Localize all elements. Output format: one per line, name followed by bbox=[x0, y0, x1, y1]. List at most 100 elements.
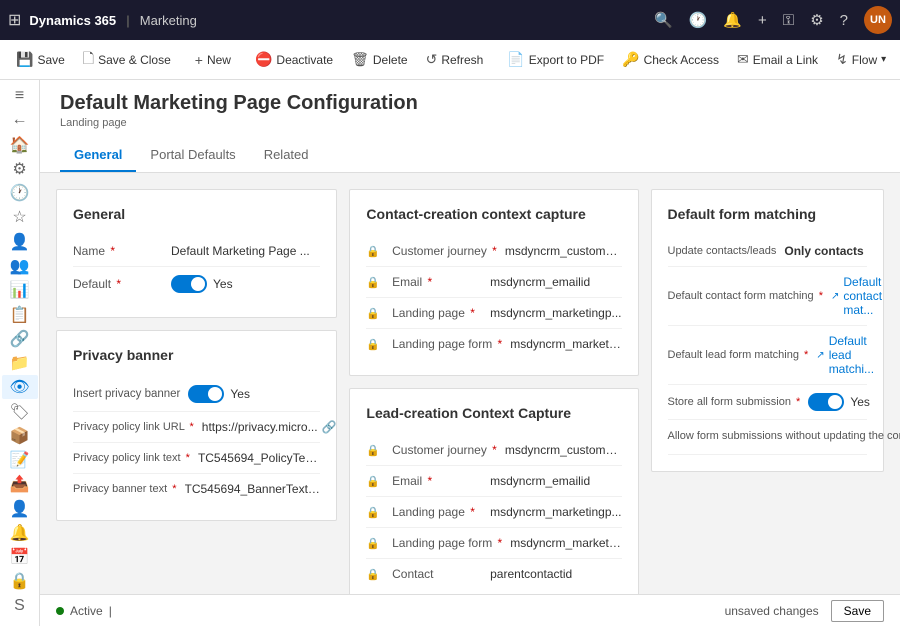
refresh-button[interactable]: ↺ Refresh bbox=[418, 47, 492, 72]
default-toggle-track[interactable] bbox=[171, 275, 207, 293]
insert-privacy-toggle[interactable]: Yes bbox=[188, 385, 250, 403]
bottom-save-button[interactable]: Save bbox=[831, 600, 884, 622]
lead-contact-row: 🔒 Contact parentcontactid bbox=[366, 559, 621, 589]
default-contact-form-value[interactable]: ↗ Default contact mat... bbox=[831, 275, 882, 317]
sidebar-accounts-icon[interactable]: 👥 bbox=[2, 254, 38, 278]
lead-contact-value[interactable]: parentcontactid bbox=[490, 567, 621, 581]
contact-lpform-row: 🔒 Landing page form * msdyncrm_marketing… bbox=[366, 329, 621, 359]
default-contact-form-label: Default contact form matching * bbox=[668, 290, 823, 302]
deactivate-button[interactable]: ⛔ Deactivate bbox=[247, 47, 341, 72]
save-close-button[interactable]: 🗋 Save & Close bbox=[75, 44, 179, 76]
sidebar-export-icon[interactable]: 📤 bbox=[2, 472, 38, 496]
help-icon[interactable]: ? bbox=[840, 12, 848, 29]
more-button[interactable]: ••• bbox=[896, 49, 900, 71]
lock-icon-5: 🔒 bbox=[366, 444, 380, 457]
sidebar-favorites-icon[interactable]: ☆ bbox=[2, 205, 38, 229]
advanced-find-icon[interactable]: ⚿ bbox=[783, 12, 794, 29]
privacy-link-text-value[interactable]: TC545694_PolicyText_Rng bbox=[198, 451, 320, 465]
sidebar-settings-icon[interactable]: ⚙ bbox=[2, 157, 38, 181]
sidebar-users-icon[interactable]: 👤 bbox=[2, 497, 38, 521]
insert-privacy-track[interactable] bbox=[188, 385, 224, 403]
store-form-toggle[interactable]: Yes bbox=[808, 393, 870, 411]
lock-icon-6: 🔒 bbox=[366, 475, 380, 488]
lpf-req: * bbox=[498, 337, 503, 351]
export-icon: 📄 bbox=[507, 51, 524, 68]
bottom-right-actions: unsaved changes Save bbox=[725, 600, 884, 622]
lock-icon-3: 🔒 bbox=[366, 307, 380, 320]
store-form-thumb bbox=[828, 395, 842, 409]
sidebar-contacts-icon[interactable]: 👤 bbox=[2, 230, 38, 254]
allow-form-row: Allow form submissions without updating … bbox=[668, 420, 868, 455]
flow-button[interactable]: ↯ Flow ▾ bbox=[828, 47, 894, 72]
default-label: Default * bbox=[73, 277, 163, 291]
sidebar-packages-icon[interactable]: 📦 bbox=[2, 424, 38, 448]
lead-landing-value[interactable]: msdyncrm_marketingp... bbox=[490, 505, 621, 519]
sidebar-recent-icon[interactable]: 🕐 bbox=[2, 181, 38, 205]
update-contacts-label: Update contacts/leads bbox=[668, 245, 777, 257]
tab-related[interactable]: Related bbox=[250, 139, 323, 172]
lead-lpform-value[interactable]: msdyncrm_marketingf... bbox=[510, 536, 621, 550]
sidebar-user-initial-icon[interactable]: S bbox=[2, 594, 38, 618]
create-icon[interactable]: + bbox=[758, 12, 767, 29]
sidebar-active-icon[interactable]: 👁 bbox=[2, 375, 38, 399]
lock-icon-1: 🔒 bbox=[366, 245, 380, 258]
default-toggle[interactable]: Yes bbox=[171, 275, 233, 293]
name-value[interactable]: Default Marketing Page ... bbox=[171, 244, 320, 258]
delete-button[interactable]: 🗑 Delete bbox=[343, 47, 415, 72]
sidebar-dashboards-icon[interactable]: 📊 bbox=[2, 278, 38, 302]
store-form-track[interactable] bbox=[808, 393, 844, 411]
email-link-button[interactable]: ✉ Email a Link bbox=[729, 47, 826, 72]
privacy-banner-text-value[interactable]: TC545694_BannerText_TjO bbox=[185, 482, 321, 496]
sidebar-activities-icon[interactable]: 📋 bbox=[2, 302, 38, 326]
sidebar-back-icon[interactable]: ← bbox=[2, 108, 38, 132]
new-button[interactable]: + New bbox=[187, 48, 239, 72]
privacy-link-text-req: * bbox=[186, 452, 190, 464]
privacy-url-value[interactable]: https://privacy.micro... bbox=[202, 420, 318, 434]
privacy-url-req: * bbox=[190, 421, 194, 433]
sidebar-calendar-icon[interactable]: 📅 bbox=[2, 545, 38, 569]
sidebar-alerts-icon[interactable]: 🔔 bbox=[2, 521, 38, 545]
contact-email-value[interactable]: msdyncrm_emailid bbox=[490, 275, 621, 289]
store-form-label-val: Yes bbox=[850, 395, 870, 409]
flow-dropdown-icon[interactable]: ▾ bbox=[881, 54, 886, 65]
recent-icon[interactable]: 🕐 bbox=[689, 11, 708, 29]
lead-email-value[interactable]: msdyncrm_emailid bbox=[490, 474, 621, 488]
status-text: Active bbox=[70, 604, 103, 618]
contact-lpform-value[interactable]: msdyncrm_marketingf... bbox=[510, 337, 621, 351]
sidebar-notes-icon[interactable]: 📝 bbox=[2, 448, 38, 472]
privacy-banner-text-row: Privacy banner text * TC545694_BannerTex… bbox=[73, 474, 320, 504]
export-pdf-button[interactable]: 📄 Export to PDF bbox=[499, 47, 612, 72]
url-external-icon[interactable]: 🔗 bbox=[322, 420, 337, 434]
notifications-icon[interactable]: 🔔 bbox=[723, 11, 742, 29]
default-required: * bbox=[116, 277, 121, 291]
lead-journey-row: 🔒 Customer journey * msdyncrm_customerjo… bbox=[366, 435, 621, 466]
search-icon[interactable]: 🔍 bbox=[654, 11, 673, 29]
sidebar-security-icon[interactable]: 🔒 bbox=[2, 569, 38, 593]
check-access-button[interactable]: 🔑 Check Access bbox=[614, 47, 727, 72]
top-bar-actions: 🔍 🕐 🔔 + ⚿ ⚙ ? UN bbox=[654, 6, 892, 34]
sidebar-tags-icon[interactable]: 🏷 bbox=[2, 399, 38, 423]
lead-journey-value[interactable]: msdyncrm_customerjo... bbox=[505, 443, 622, 457]
update-contacts-row: Update contacts/leads Only contacts bbox=[668, 236, 868, 267]
lead-landing-label: Landing page * bbox=[392, 505, 482, 519]
contact-landing-value[interactable]: msdyncrm_marketingp... bbox=[490, 306, 621, 320]
insert-privacy-label-val: Yes bbox=[230, 387, 250, 401]
settings-icon[interactable]: ⚙ bbox=[810, 11, 823, 29]
sidebar-menu-icon[interactable]: ≡ bbox=[2, 84, 38, 108]
tab-general[interactable]: General bbox=[60, 139, 136, 172]
default-contact-form-row: Default contact form matching * ↗ Defaul… bbox=[668, 267, 868, 326]
contact-landing-label: Landing page * bbox=[392, 306, 482, 320]
sidebar-relationships-icon[interactable]: 🔗 bbox=[2, 327, 38, 351]
privacy-link-text-row: Privacy policy link text * TC545694_Poli… bbox=[73, 443, 320, 474]
sidebar-files-icon[interactable]: 📁 bbox=[2, 351, 38, 375]
default-lead-form-value[interactable]: ↗ Default lead matchi... bbox=[816, 334, 874, 376]
tab-portal-defaults[interactable]: Portal Defaults bbox=[136, 139, 249, 172]
app-launcher-icon[interactable]: ⊞ bbox=[8, 10, 21, 30]
lead-lpform-label: Landing page form * bbox=[392, 536, 502, 550]
lock-icon-7: 🔒 bbox=[366, 506, 380, 519]
default-field-row: Default * Yes bbox=[73, 267, 320, 301]
save-button[interactable]: 💾 Save bbox=[8, 47, 73, 72]
contact-journey-value[interactable]: msdyncrm_customerjo... bbox=[505, 244, 622, 258]
user-avatar[interactable]: UN bbox=[864, 6, 892, 34]
sidebar-home-icon[interactable]: 🏠 bbox=[2, 133, 38, 157]
